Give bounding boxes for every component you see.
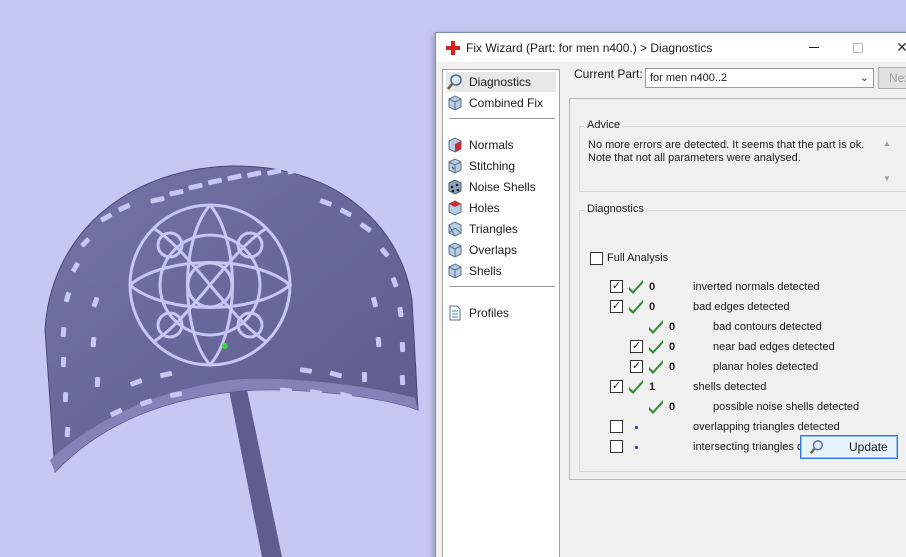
triangles-cube-icon xyxy=(446,220,464,238)
nav-item-diagnostics[interactable]: Diagnostics xyxy=(446,72,556,92)
diagnostic-label: bad contours detected xyxy=(713,321,822,333)
pending-dot-icon xyxy=(635,446,638,449)
diagnostic-label: planar holes detected xyxy=(713,361,819,373)
advice-title: Advice xyxy=(585,119,623,131)
document-icon xyxy=(446,304,464,322)
diagnostic-label: possible noise shells detected xyxy=(713,401,860,413)
check-mark-icon xyxy=(648,358,664,374)
fix-wizard-dialog: Fix Wizard (Part: for men n400.) > Diagn… xyxy=(435,32,906,557)
nav-item-overlaps[interactable]: Overlaps xyxy=(446,240,556,260)
nav-separator xyxy=(449,118,555,119)
magnifier-icon xyxy=(809,439,825,455)
noise-shells-cube-icon xyxy=(446,178,464,196)
nav-item-label: Holes xyxy=(469,201,500,215)
current-part-select[interactable]: for men n400..2 ⌄ xyxy=(645,68,874,88)
nav-separator xyxy=(449,286,555,287)
nav-item-profiles[interactable]: Profiles xyxy=(446,303,556,323)
check-mark-icon xyxy=(648,318,664,334)
nav-item-label: Profiles xyxy=(469,306,510,320)
update-button-label: Update xyxy=(849,440,888,454)
diagnostic-checkbox[interactable] xyxy=(610,440,623,453)
diagnostic-count: 1 xyxy=(649,381,656,393)
nav-item-combined-fix[interactable]: Combined Fix xyxy=(446,93,556,113)
app-cross-icon xyxy=(446,40,460,55)
check-mark-icon xyxy=(628,298,644,314)
next-button-label: Nex xyxy=(889,71,906,85)
check-mark-icon xyxy=(628,278,644,294)
normals-cube-icon xyxy=(446,136,464,154)
nav-item-stitching[interactable]: Stitching xyxy=(446,156,556,176)
current-part-value: for men n400..2 xyxy=(650,72,728,84)
ring-model xyxy=(44,165,419,557)
diagnostic-label: near bad edges detected xyxy=(713,341,835,353)
diagnostic-checkbox[interactable] xyxy=(610,420,623,433)
diagnostic-label: overlapping triangles detected xyxy=(693,421,840,433)
scroll-down-icon[interactable]: ▼ xyxy=(883,174,891,183)
nav-item-label: Overlaps xyxy=(469,243,518,257)
nav-item-normals[interactable]: Normals xyxy=(446,135,556,155)
nav-item-label: Triangles xyxy=(469,222,518,236)
nav-item-label: Combined Fix xyxy=(469,96,544,110)
window-title: Fix Wizard (Part: for men n400.) > Diagn… xyxy=(466,40,713,55)
diagnostic-label: inverted normals detected xyxy=(693,281,820,293)
chevron-down-icon: ⌄ xyxy=(859,72,869,84)
nav-item-label: Noise Shells xyxy=(469,180,536,194)
diagnostic-count: 0 xyxy=(649,281,656,293)
minimize-button[interactable] xyxy=(792,33,836,62)
stitching-cube-icon xyxy=(446,157,464,175)
maximize-button[interactable] xyxy=(836,33,880,62)
advice-scrollbar[interactable]: ▲ ▼ xyxy=(880,137,894,185)
shells-cube-icon xyxy=(446,262,464,280)
diagnostic-checkbox[interactable]: ✓ xyxy=(630,360,643,373)
nav-item-holes[interactable]: Holes xyxy=(446,198,556,218)
title-bar[interactable]: Fix Wizard (Part: for men n400.) > Diagn… xyxy=(436,33,906,62)
cube-icon xyxy=(446,94,464,112)
diagnostic-checkbox[interactable]: ✓ xyxy=(610,380,623,393)
close-icon: ✕ xyxy=(896,39,906,55)
model-stem xyxy=(228,385,282,557)
close-button[interactable]: ✕ xyxy=(880,33,906,62)
diagnostics-panel: Advice No more errors are detected. It s… xyxy=(569,98,906,480)
3d-viewport[interactable] xyxy=(0,0,436,557)
diagnostics-title: Diagnostics xyxy=(585,203,646,215)
diagnostic-checkbox[interactable]: ✓ xyxy=(610,280,623,293)
scroll-up-icon[interactable]: ▲ xyxy=(883,139,891,148)
overlaps-cube-icon xyxy=(446,241,464,259)
current-part-label: Current Part: xyxy=(574,67,643,81)
update-button[interactable]: Update xyxy=(800,435,898,459)
diagnostic-count: 0 xyxy=(669,341,676,353)
full-analysis-checkbox[interactable] xyxy=(590,252,603,265)
wizard-nav: Diagnostics Combined Fix Normals Stitchi… xyxy=(442,69,560,557)
holes-cube-icon xyxy=(446,199,464,217)
minimize-icon xyxy=(809,47,819,48)
advice-line: Note that not all parameters were analys… xyxy=(588,152,801,164)
diagnostic-label: shells detected xyxy=(693,381,767,393)
magnifier-icon xyxy=(446,73,464,91)
diagnostic-checkbox[interactable]: ✓ xyxy=(610,300,623,313)
diagnostic-checkbox[interactable]: ✓ xyxy=(630,340,643,353)
full-analysis-label: Full Analysis xyxy=(607,252,669,264)
diagnostic-count: 0 xyxy=(669,401,676,413)
diagnostic-count: 0 xyxy=(669,361,676,373)
nav-item-noise-shells[interactable]: Noise Shells xyxy=(446,177,556,197)
nav-item-label: Diagnostics xyxy=(469,75,532,89)
check-mark-icon xyxy=(648,398,664,414)
model-marker xyxy=(222,343,228,349)
pending-dot-icon xyxy=(635,426,638,429)
check-mark-icon xyxy=(648,338,664,354)
nav-item-label: Normals xyxy=(469,138,514,152)
check-mark-icon xyxy=(628,378,644,394)
maximize-icon xyxy=(853,42,863,53)
nav-item-shells[interactable]: Shells xyxy=(446,261,556,281)
nav-item-label: Stitching xyxy=(469,159,516,173)
diagnostic-label: bad edges detected xyxy=(693,301,790,313)
diagnostic-count: 0 xyxy=(649,301,656,313)
next-button[interactable]: Nex xyxy=(878,67,906,89)
nav-item-label: Shells xyxy=(469,264,502,278)
diagnostic-count: 0 xyxy=(669,321,676,333)
advice-text: No more errors are detected. It seems th… xyxy=(588,139,878,165)
nav-item-triangles[interactable]: Triangles xyxy=(446,219,556,239)
advice-line: No more errors are detected. It seems th… xyxy=(588,139,865,151)
